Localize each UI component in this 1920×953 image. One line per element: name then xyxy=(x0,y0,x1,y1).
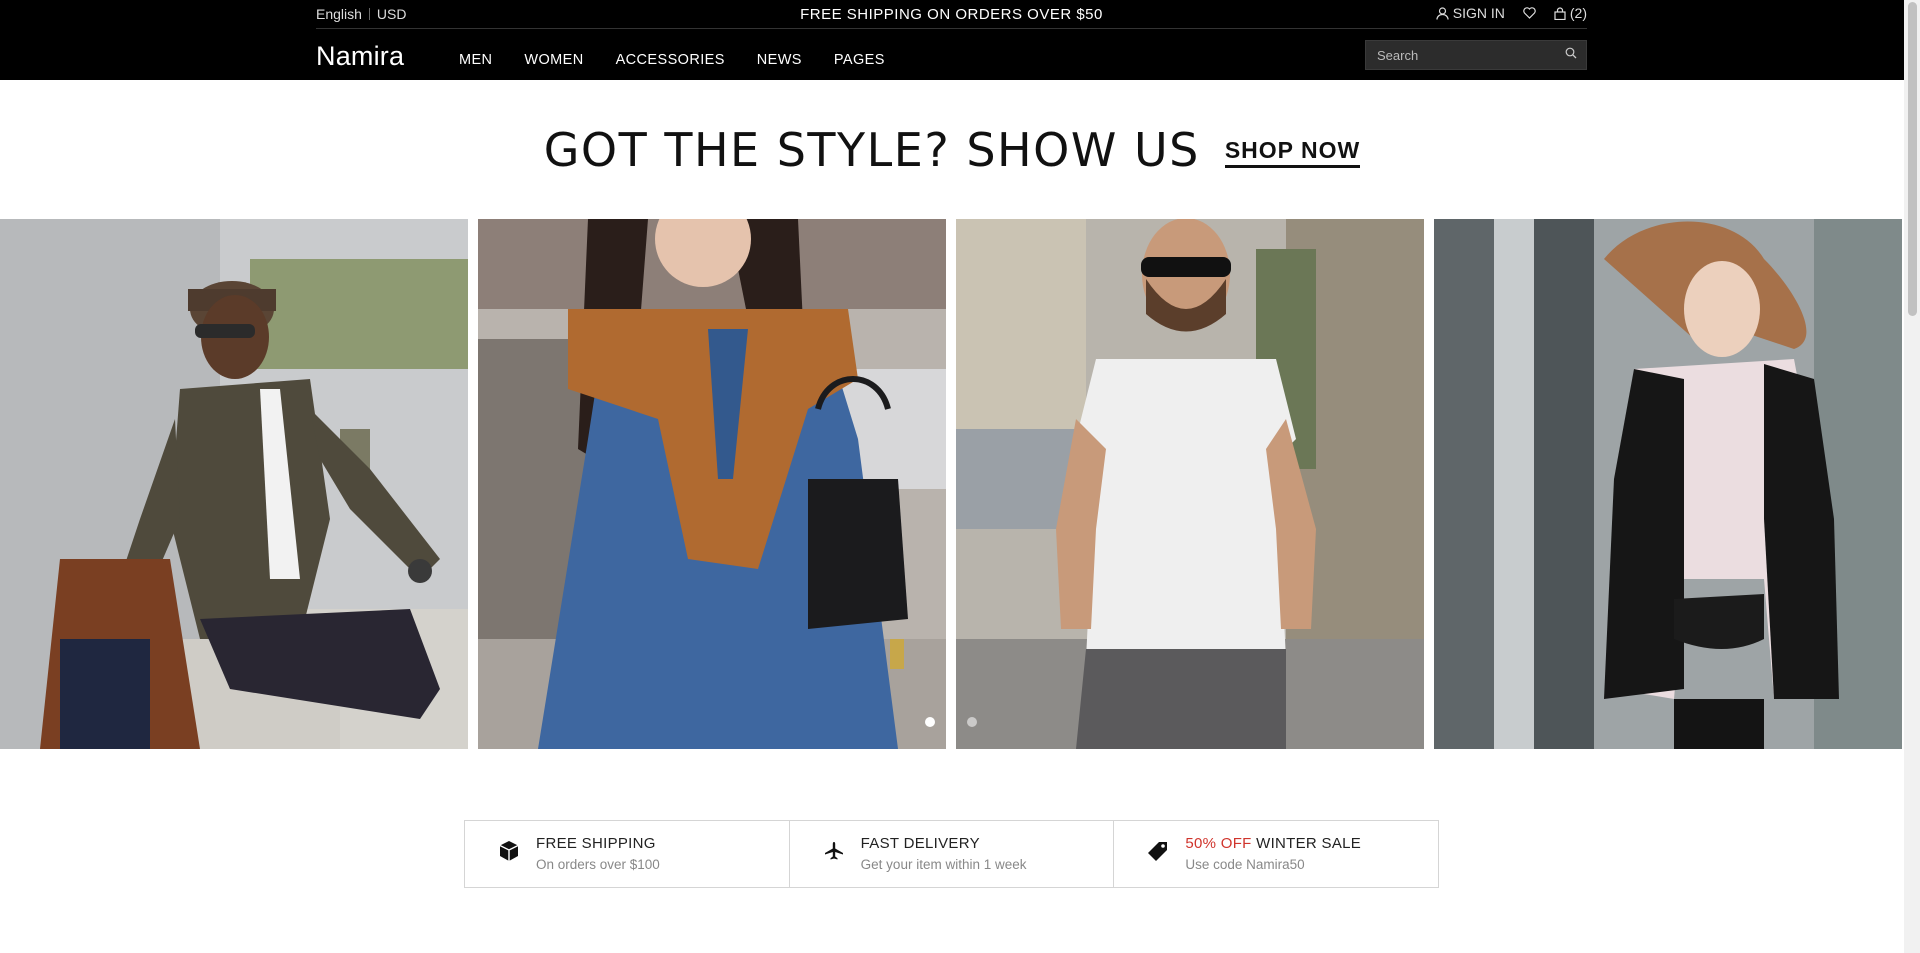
account-links: SIGN IN (2) xyxy=(1436,5,1587,21)
search-box xyxy=(1365,40,1587,70)
main-nav: Namira MEN WOMEN ACCESSORIES NEWS PAGES xyxy=(316,30,1587,80)
airplane-icon xyxy=(820,837,848,865)
lookbook-image-1[interactable] xyxy=(0,219,468,749)
shop-now-link[interactable]: SHOP NOW xyxy=(1224,137,1361,168)
feature-title: FAST DELIVERY xyxy=(860,835,980,852)
hero-banner: GOT THE STYLE? SHOW US SHOP NOW xyxy=(0,80,1904,219)
hero-heading: GOT THE STYLE? SHOW US xyxy=(543,122,1200,177)
cart-button[interactable]: (2) xyxy=(1554,5,1587,21)
sign-in-link[interactable]: SIGN IN xyxy=(1436,5,1505,21)
sale-title: WINTER SALE xyxy=(1251,835,1362,852)
cart-count: (2) xyxy=(1569,5,1587,21)
feature-title: FREE SHIPPING xyxy=(536,835,656,852)
lookbook-carousel xyxy=(0,219,1904,749)
features-bar: FREE SHIPPING On orders over $100 FAST D… xyxy=(464,820,1439,888)
logo[interactable]: Namira xyxy=(316,41,404,72)
search-button[interactable] xyxy=(1556,40,1586,70)
carousel-dot-2[interactable] xyxy=(967,717,977,727)
lookbook-image-2[interactable] xyxy=(478,219,946,749)
top-bar: English USD FREE SHIPPING ON ORDERS OVER… xyxy=(316,0,1587,29)
feature-title: 50% OFF WINTER SALE xyxy=(1185,835,1361,852)
nav-link-women[interactable]: WOMEN xyxy=(524,52,583,68)
lookbook-image-4[interactable] xyxy=(1434,219,1902,749)
bag-icon xyxy=(1554,6,1566,20)
carousel-pagination xyxy=(925,717,977,727)
feature-fast-delivery: FAST DELIVERY Get your item within 1 wee… xyxy=(790,821,1115,887)
search-icon xyxy=(1565,46,1577,64)
search-input[interactable] xyxy=(1366,47,1556,63)
carousel-dot-1[interactable] xyxy=(925,717,935,727)
heart-icon xyxy=(1523,7,1536,19)
feature-subtitle: Use code Namira50 xyxy=(1185,857,1305,872)
nav-links: MEN WOMEN ACCESSORIES NEWS PAGES xyxy=(459,52,917,68)
nav-link-pages[interactable]: PAGES xyxy=(834,52,885,68)
box-icon xyxy=(495,837,523,865)
nav-link-accessories[interactable]: ACCESSORIES xyxy=(616,52,725,68)
feature-winter-sale: 50% OFF WINTER SALE Use code Namira50 xyxy=(1114,821,1438,887)
feature-free-shipping: FREE SHIPPING On orders over $100 xyxy=(465,821,790,887)
feature-subtitle: Get your item within 1 week xyxy=(860,857,1027,872)
feature-subtitle: On orders over $100 xyxy=(536,857,660,872)
nav-link-news[interactable]: NEWS xyxy=(757,52,802,68)
wishlist-button[interactable] xyxy=(1523,7,1536,19)
lookbook-image-3[interactable] xyxy=(956,219,1424,749)
user-icon xyxy=(1436,6,1449,20)
scrollbar-thumb[interactable] xyxy=(1908,2,1917,316)
promo-text: FREE SHIPPING ON ORDERS OVER $50 xyxy=(800,6,1103,23)
sale-highlight: 50% OFF xyxy=(1185,835,1252,852)
site-header: English USD FREE SHIPPING ON ORDERS OVER… xyxy=(0,0,1904,80)
page-scrollbar[interactable] xyxy=(1904,0,1920,953)
tag-icon xyxy=(1144,837,1172,865)
sign-in-label: SIGN IN xyxy=(1452,5,1505,21)
nav-link-men[interactable]: MEN xyxy=(459,52,492,68)
